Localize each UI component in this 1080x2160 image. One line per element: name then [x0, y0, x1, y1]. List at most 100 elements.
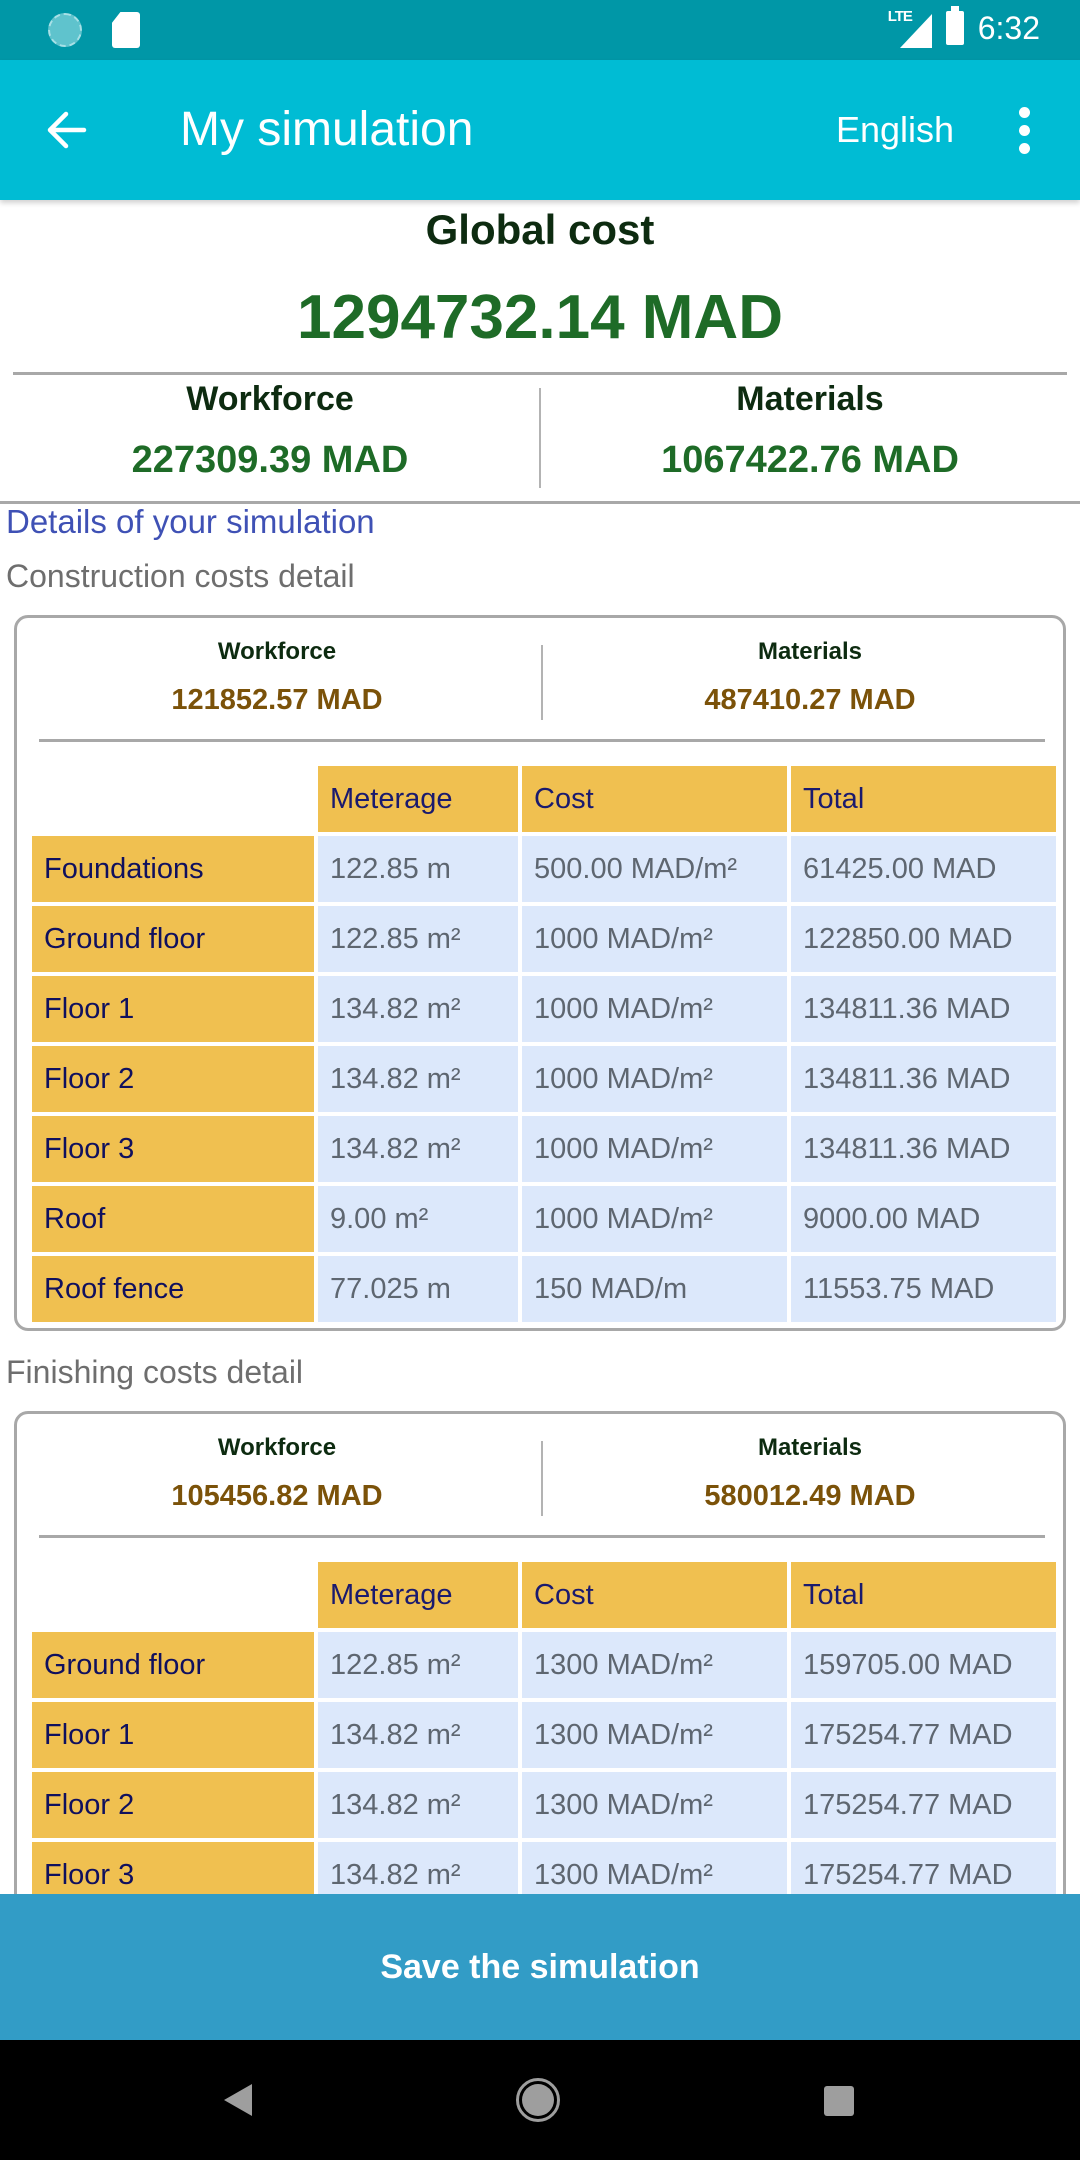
total-cell: 159705.00 MAD — [791, 1632, 1056, 1698]
loading-dial-icon — [48, 13, 82, 47]
materials-value: 487410.27 MAD — [704, 684, 916, 716]
meterage-cell: 134.82 m² — [318, 1772, 518, 1838]
table-header-row: Meterage Cost Total — [32, 766, 1056, 832]
status-time: 6:32 — [977, 9, 1040, 46]
total-cell: 122850.00 MAD — [791, 906, 1056, 972]
row-label: Roof fence — [32, 1256, 314, 1322]
workforce-label: Workforce — [217, 1434, 337, 1461]
vertical-divider — [541, 1441, 543, 1516]
page-title: My simulation — [180, 103, 474, 156]
total-cell: 134811.36 MAD — [791, 1116, 1056, 1182]
cost-cell: 1000 MAD/m² — [522, 1116, 787, 1182]
materials-label: Materials — [757, 1434, 863, 1461]
row-label: Roof — [32, 1186, 314, 1252]
row-label: Floor 1 — [32, 1702, 314, 1768]
finishing-costs-table: Meterage Cost Total Ground floor 122.85 m… — [28, 1558, 1060, 1912]
status-bar: LTE 6:32 — [0, 0, 1080, 60]
materials-label: Materials — [757, 638, 863, 665]
row-label: Floor 2 — [32, 1772, 314, 1838]
materials-value: 580012.49 MAD — [704, 1480, 916, 1512]
meterage-cell: 134.82 m² — [318, 1046, 518, 1112]
row-label: Ground floor — [32, 1632, 314, 1698]
workforce-value: 121852.57 MAD — [171, 684, 383, 716]
meterage-cell: 122.85 m — [318, 836, 518, 902]
total-cell: 9000.00 MAD — [791, 1186, 1056, 1252]
cost-cell: 1000 MAD/m² — [522, 1046, 787, 1112]
construction-section-title: Construction costs detail — [6, 558, 355, 594]
meterage-cell: 77.025 m — [318, 1256, 518, 1322]
table-row: Ground floor 122.85 m² 1300 MAD/m² 159705.0… — [32, 1632, 1056, 1698]
table-row: Foundations 122.85 m 500.00 MAD/m² 61425.00… — [32, 836, 1056, 902]
construction-costs-card: Workforce 121852.57 MAD Materials 487410… — [14, 615, 1066, 1331]
cost-cell: 1300 MAD/m² — [522, 1702, 787, 1768]
column-header-total: Total — [791, 766, 1056, 832]
cost-cell: 1300 MAD/m² — [522, 1772, 787, 1838]
row-label: Floor 1 — [32, 976, 314, 1042]
nav-back-icon[interactable] — [224, 2084, 252, 2116]
column-header-cost: Cost — [522, 766, 787, 832]
table-row: Floor 2 134.82 m² 1000 MAD/m² 134811.36 MAD — [32, 1046, 1056, 1112]
cost-cell: 500.00 MAD/m² — [522, 836, 787, 902]
row-label: Foundations — [32, 836, 314, 902]
workforce-value: 227309.39 MAD — [131, 439, 409, 481]
table-row: Roof 9.00 m² 1000 MAD/m² 9000.00 MAD — [32, 1186, 1056, 1252]
more-options-button[interactable] — [1004, 100, 1044, 160]
meterage-cell: 122.85 m² — [318, 906, 518, 972]
divider — [13, 372, 1067, 375]
cost-cell: 1000 MAD/m² — [522, 906, 787, 972]
column-header-total: Total — [791, 1562, 1056, 1628]
nav-home-icon[interactable] — [516, 2078, 560, 2122]
app-bar: My simulation English — [0, 60, 1080, 200]
table-row: Floor 1 134.82 m² 1000 MAD/m² 134811.36 MAD — [32, 976, 1056, 1042]
cost-cell: 1000 MAD/m² — [522, 1186, 787, 1252]
total-cell: 175254.77 MAD — [791, 1702, 1056, 1768]
global-cost-title: Global cost — [425, 206, 655, 253]
finishing-section-title: Finishing costs detail — [6, 1354, 304, 1390]
global-cost-value: 1294732.14 MAD — [297, 283, 783, 352]
table-header-row: Meterage Cost Total — [32, 1562, 1056, 1628]
materials-value: 1067422.76 MAD — [661, 439, 959, 481]
table-row: Ground floor 122.85 m² 1000 MAD/m² 122850.0… — [32, 906, 1056, 972]
meterage-cell: 134.82 m² — [318, 1702, 518, 1768]
table-row: Floor 1 134.82 m² 1300 MAD/m² 175254.77 MAD — [32, 1702, 1056, 1768]
row-label: Ground floor — [32, 906, 314, 972]
save-simulation-button[interactable]: Save the simulation — [0, 1894, 1080, 2040]
lte-signal-icon: LTE — [888, 8, 932, 48]
meterage-cell: 134.82 m² — [318, 976, 518, 1042]
column-header-meterage: Meterage — [318, 766, 518, 832]
arrow-left-icon — [47, 111, 87, 149]
column-header-cost: Cost — [522, 1562, 787, 1628]
workforce-label: Workforce — [217, 638, 337, 665]
battery-icon — [945, 6, 964, 45]
more-vertical-icon — [1018, 106, 1030, 118]
cost-cell: 1000 MAD/m² — [522, 976, 787, 1042]
total-cell: 175254.77 MAD — [791, 1772, 1056, 1838]
back-button[interactable] — [36, 102, 96, 158]
workforce-value: 105456.82 MAD — [171, 1480, 383, 1512]
meterage-cell: 122.85 m² — [318, 1632, 518, 1698]
system-navigation-bar — [0, 2040, 1080, 2160]
table-row: Roof fence 77.025 m 150 MAD/m 11553.75 MAD — [32, 1256, 1056, 1322]
total-cell: 61425.00 MAD — [791, 836, 1056, 902]
cost-cell: 150 MAD/m — [522, 1256, 787, 1322]
total-cell: 11553.75 MAD — [791, 1256, 1056, 1322]
row-label: Floor 3 — [32, 1116, 314, 1182]
language-button[interactable]: English — [836, 106, 954, 154]
meterage-cell: 134.82 m² — [318, 1116, 518, 1182]
divider — [39, 739, 1045, 742]
column-header-meterage: Meterage — [318, 1562, 518, 1628]
vertical-divider — [541, 645, 543, 720]
divider — [39, 1535, 1045, 1538]
row-label: Floor 2 — [32, 1046, 314, 1112]
table-row: Floor 2 134.82 m² 1300 MAD/m² 175254.77 MAD — [32, 1772, 1056, 1838]
meterage-cell: 9.00 m² — [318, 1186, 518, 1252]
nav-recents-icon[interactable] — [824, 2086, 854, 2116]
details-title: Details of your simulation — [6, 503, 375, 540]
table-row: Floor 3 134.82 m² 1000 MAD/m² 134811.36 MAD — [32, 1116, 1056, 1182]
sd-card-icon — [112, 12, 140, 48]
vertical-divider — [539, 388, 541, 488]
cost-cell: 1300 MAD/m² — [522, 1632, 787, 1698]
total-cell: 134811.36 MAD — [791, 1046, 1056, 1112]
materials-label: Materials — [736, 380, 884, 418]
workforce-label: Workforce — [186, 380, 354, 418]
